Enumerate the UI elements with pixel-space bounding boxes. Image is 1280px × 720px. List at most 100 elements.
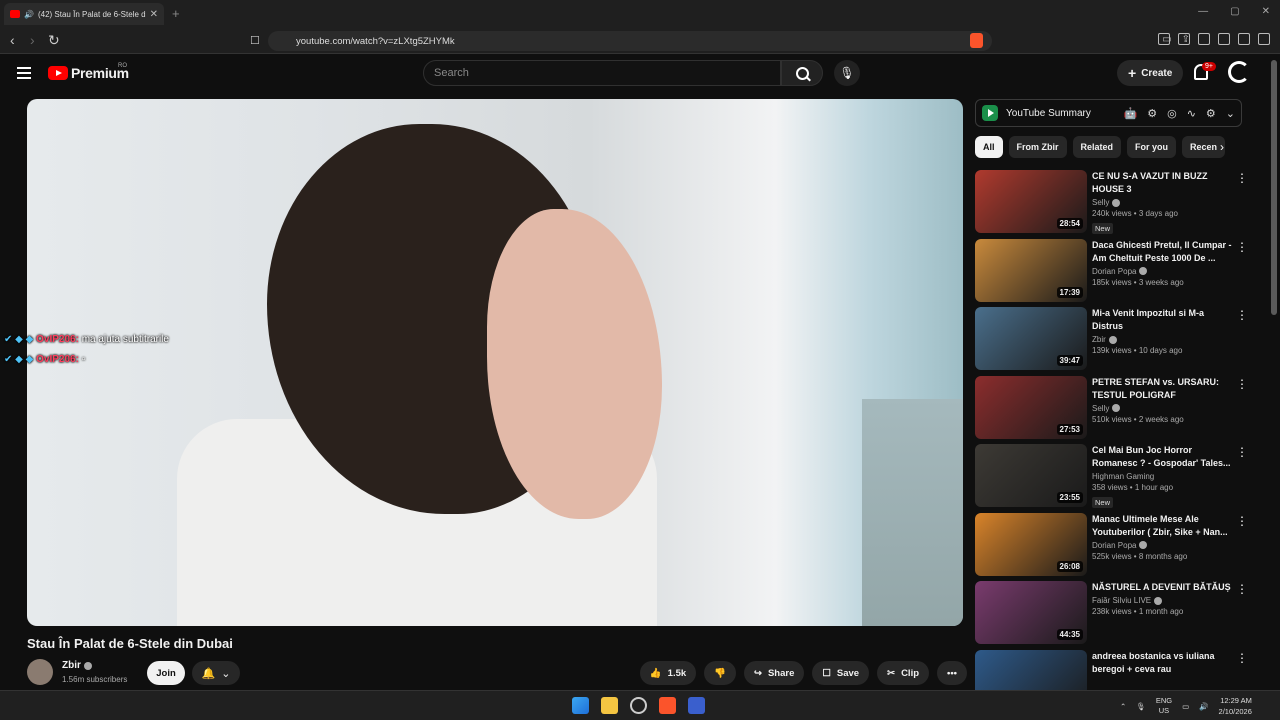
video-thumbnail[interactable]: 28:54 [975,170,1087,233]
chip-for-you[interactable]: For you [1127,136,1177,158]
more-vertical-icon[interactable]: ⋮ [1236,241,1248,253]
glasses-icon[interactable]: ◎ [1167,107,1177,120]
more-vertical-icon[interactable]: ⋮ [1236,309,1248,321]
recommendation-title[interactable]: Daca Ghicesti Pretul, Il Cumpar - Am Che… [1092,239,1232,265]
search-button[interactable] [781,60,823,86]
more-actions-button[interactable]: ••• [937,661,967,685]
more-vertical-icon[interactable]: ⋮ [1236,583,1248,595]
recommendation-channel[interactable]: Highman Gaming [1092,472,1232,481]
recommendation-title[interactable]: PETRE STEFAN vs. URSARU: TESTUL POLIGRAF… [1092,376,1232,402]
create-button[interactable]: + Create [1117,60,1184,86]
recommendation-channel[interactable]: Zbir [1092,335,1232,344]
video-thumbnail[interactable]: 27:53 [975,375,1087,439]
recommendation-title[interactable]: CE NU S-A VAZUT IN BUZZ HOUSE 3 [1092,170,1232,196]
brave-browser-icon[interactable] [659,697,676,714]
channel-name[interactable]: Zbir [62,660,92,671]
recommendation-title[interactable]: NĂSTUREL A DEVENIT BĂTĂUȘ [1092,581,1232,594]
wallet-icon[interactable] [1218,33,1230,45]
recommendation-channel[interactable]: Dorian Popa [1092,267,1232,276]
more-vertical-icon[interactable]: ⋮ [1236,446,1248,458]
recommendation-channel[interactable]: Dorian Popa [1092,541,1232,550]
recommendation-item[interactable]: 44:35 NĂSTUREL A DEVENIT BĂTĂUȘ Faiăr Silv… [975,581,1250,650]
youtube-premium-logo[interactable]: Premium RO [48,63,129,81]
leo-icon[interactable] [1238,33,1250,45]
chip-all[interactable]: All [975,136,1003,158]
hamburger-menu-icon[interactable] [17,67,31,79]
recommendation-info: andreea bostanica vs iuliana beregoi + c… [1092,650,1232,680]
recommendation-title[interactable]: Manac Ultimele Mese Ale Youtuberilor ( Z… [1092,513,1232,539]
recommendation-channel[interactable]: Selly [1092,198,1232,207]
minimize-button[interactable]: — [1198,6,1208,17]
account-avatar[interactable] [1228,61,1250,83]
close-window-button[interactable]: ✕ [1262,6,1270,17]
recommendation-title[interactable]: andreea bostanica vs iuliana beregoi + c… [1092,650,1232,676]
browser-tab[interactable]: 🔊 (42) Stau În Palat de 6-Stele din Duba… [4,3,164,25]
recommendation-title[interactable]: Cel Mai Bun Joc Horror Romanesc ? - Gosp… [1092,444,1232,470]
join-button[interactable]: Join [147,661,185,685]
voice-search-icon[interactable]: 🎙 [834,60,860,86]
video-thumbnail[interactable]: 26:08 [975,512,1087,576]
recommendation-item[interactable]: 17:39 Daca Ghicesti Pretul, Il Cumpar - A… [975,238,1250,308]
expand-chevron-icon[interactable]: ⌄ [1226,107,1235,120]
tray-chevron-icon[interactable]: ⌃ [1120,702,1126,711]
chip-from-channel[interactable]: From Zbir [1008,136,1067,158]
more-vertical-icon[interactable]: ⋮ [1236,172,1248,184]
search-input[interactable]: Search [423,60,781,86]
microphone-icon[interactable]: 🎙 [1136,702,1146,711]
clip-button[interactable]: ✂ Clip [877,661,930,685]
language-indicator[interactable]: ENG US [1156,696,1172,716]
chips-next-icon[interactable]: › [1220,140,1224,154]
subscription-bell-button[interactable]: 🔔 ⌄ [192,661,240,685]
dislike-button[interactable]: 👎 [704,661,736,685]
settings-icon[interactable]: ⚙ [1206,107,1216,120]
video-thumbnail[interactable]: 23:55 [975,444,1087,507]
clock[interactable]: 12:29 AM 2/10/2026 [1219,695,1252,717]
recommendation-item[interactable]: 39:47 Mi-a Venit Impozitul si M-a Distrus… [975,307,1250,376]
back-icon[interactable]: ‹ [10,32,15,48]
recommendation-channel[interactable]: Faiăr Silviu LIVE [1092,596,1232,605]
url-field[interactable]: youtube.com/watch?v=zLXtg5ZHYMk [268,31,992,51]
recommendation-item[interactable]: 23:55 Cel Mai Bun Joc Horror Romanesc ? -… [975,444,1250,513]
save-button[interactable]: ☐ Save [812,661,870,685]
windows-start-icon[interactable] [572,697,589,714]
chip-recent[interactable]: Recen [1182,136,1226,158]
reload-icon[interactable]: ↻ [48,32,60,49]
puzzle-icon[interactable] [1178,33,1190,45]
robot-icon[interactable]: 🤖 [1124,107,1138,120]
recommendation-title[interactable]: Mi-a Venit Impozitul si M-a Distrus [1092,307,1232,333]
network-icon[interactable]: ▭ [1182,702,1189,711]
file-explorer-icon[interactable] [601,697,618,714]
video-thumbnail[interactable]: 17:39 [975,238,1087,302]
volume-icon[interactable]: 🔊 [1199,702,1208,711]
page-scrollbar[interactable] [1271,60,1277,315]
chrome-icon[interactable] [630,697,647,714]
sidebar-icon[interactable] [1198,33,1210,45]
forward-icon[interactable]: › [30,32,35,48]
youtube-summary-extension[interactable]: YouTube Summary 🤖 ⚙ ◎ ∿ ⚙ ⌄ [975,99,1242,127]
menu-icon[interactable] [1258,33,1270,45]
video-thumbnail[interactable]: 39:47 [975,307,1087,370]
maximize-button[interactable]: ▢ [1230,6,1239,17]
new-tab-button[interactable]: + [172,6,180,21]
more-vertical-icon[interactable]: ⋮ [1236,652,1248,664]
tab-close-icon[interactable]: ✕ [150,9,158,20]
extension-icon[interactable] [1158,33,1170,45]
recommendation-item[interactable]: 27:53 PETRE STEFAN vs. URSARU: TESTUL POL… [975,375,1250,445]
audio-wave-icon[interactable]: ∿ [1187,107,1196,120]
recommendation-info: NĂSTUREL A DEVENIT BĂTĂUȘ Faiăr Silviu LI… [1092,581,1232,616]
chatgpt-icon[interactable]: ⚙ [1147,107,1157,120]
brave-shields-icon[interactable] [970,33,983,48]
chip-related[interactable]: Related [1072,136,1122,158]
share-button[interactable]: ↪ Share [744,661,805,685]
bookmark-icon[interactable]: ☐ [250,34,260,47]
system-tray: ⌃ 🎙 ENG US ▭ 🔊 12:29 AM 2/10/2026 [1120,695,1252,717]
app-icon[interactable] [688,697,705,714]
like-button[interactable]: 👍 1.5k [639,661,697,685]
more-vertical-icon[interactable]: ⋮ [1236,515,1248,527]
video-thumbnail[interactable]: 44:35 [975,581,1087,644]
recommendation-channel[interactable]: Selly [1092,404,1232,413]
more-vertical-icon[interactable]: ⋮ [1236,378,1248,390]
recommendation-item[interactable]: 28:54 CE NU S-A VAZUT IN BUZZ HOUSE 3 Sell… [975,170,1250,239]
recommendation-item[interactable]: 26:08 Manac Ultimele Mese Ale Youtuberilo… [975,512,1250,582]
channel-avatar[interactable] [27,659,53,685]
